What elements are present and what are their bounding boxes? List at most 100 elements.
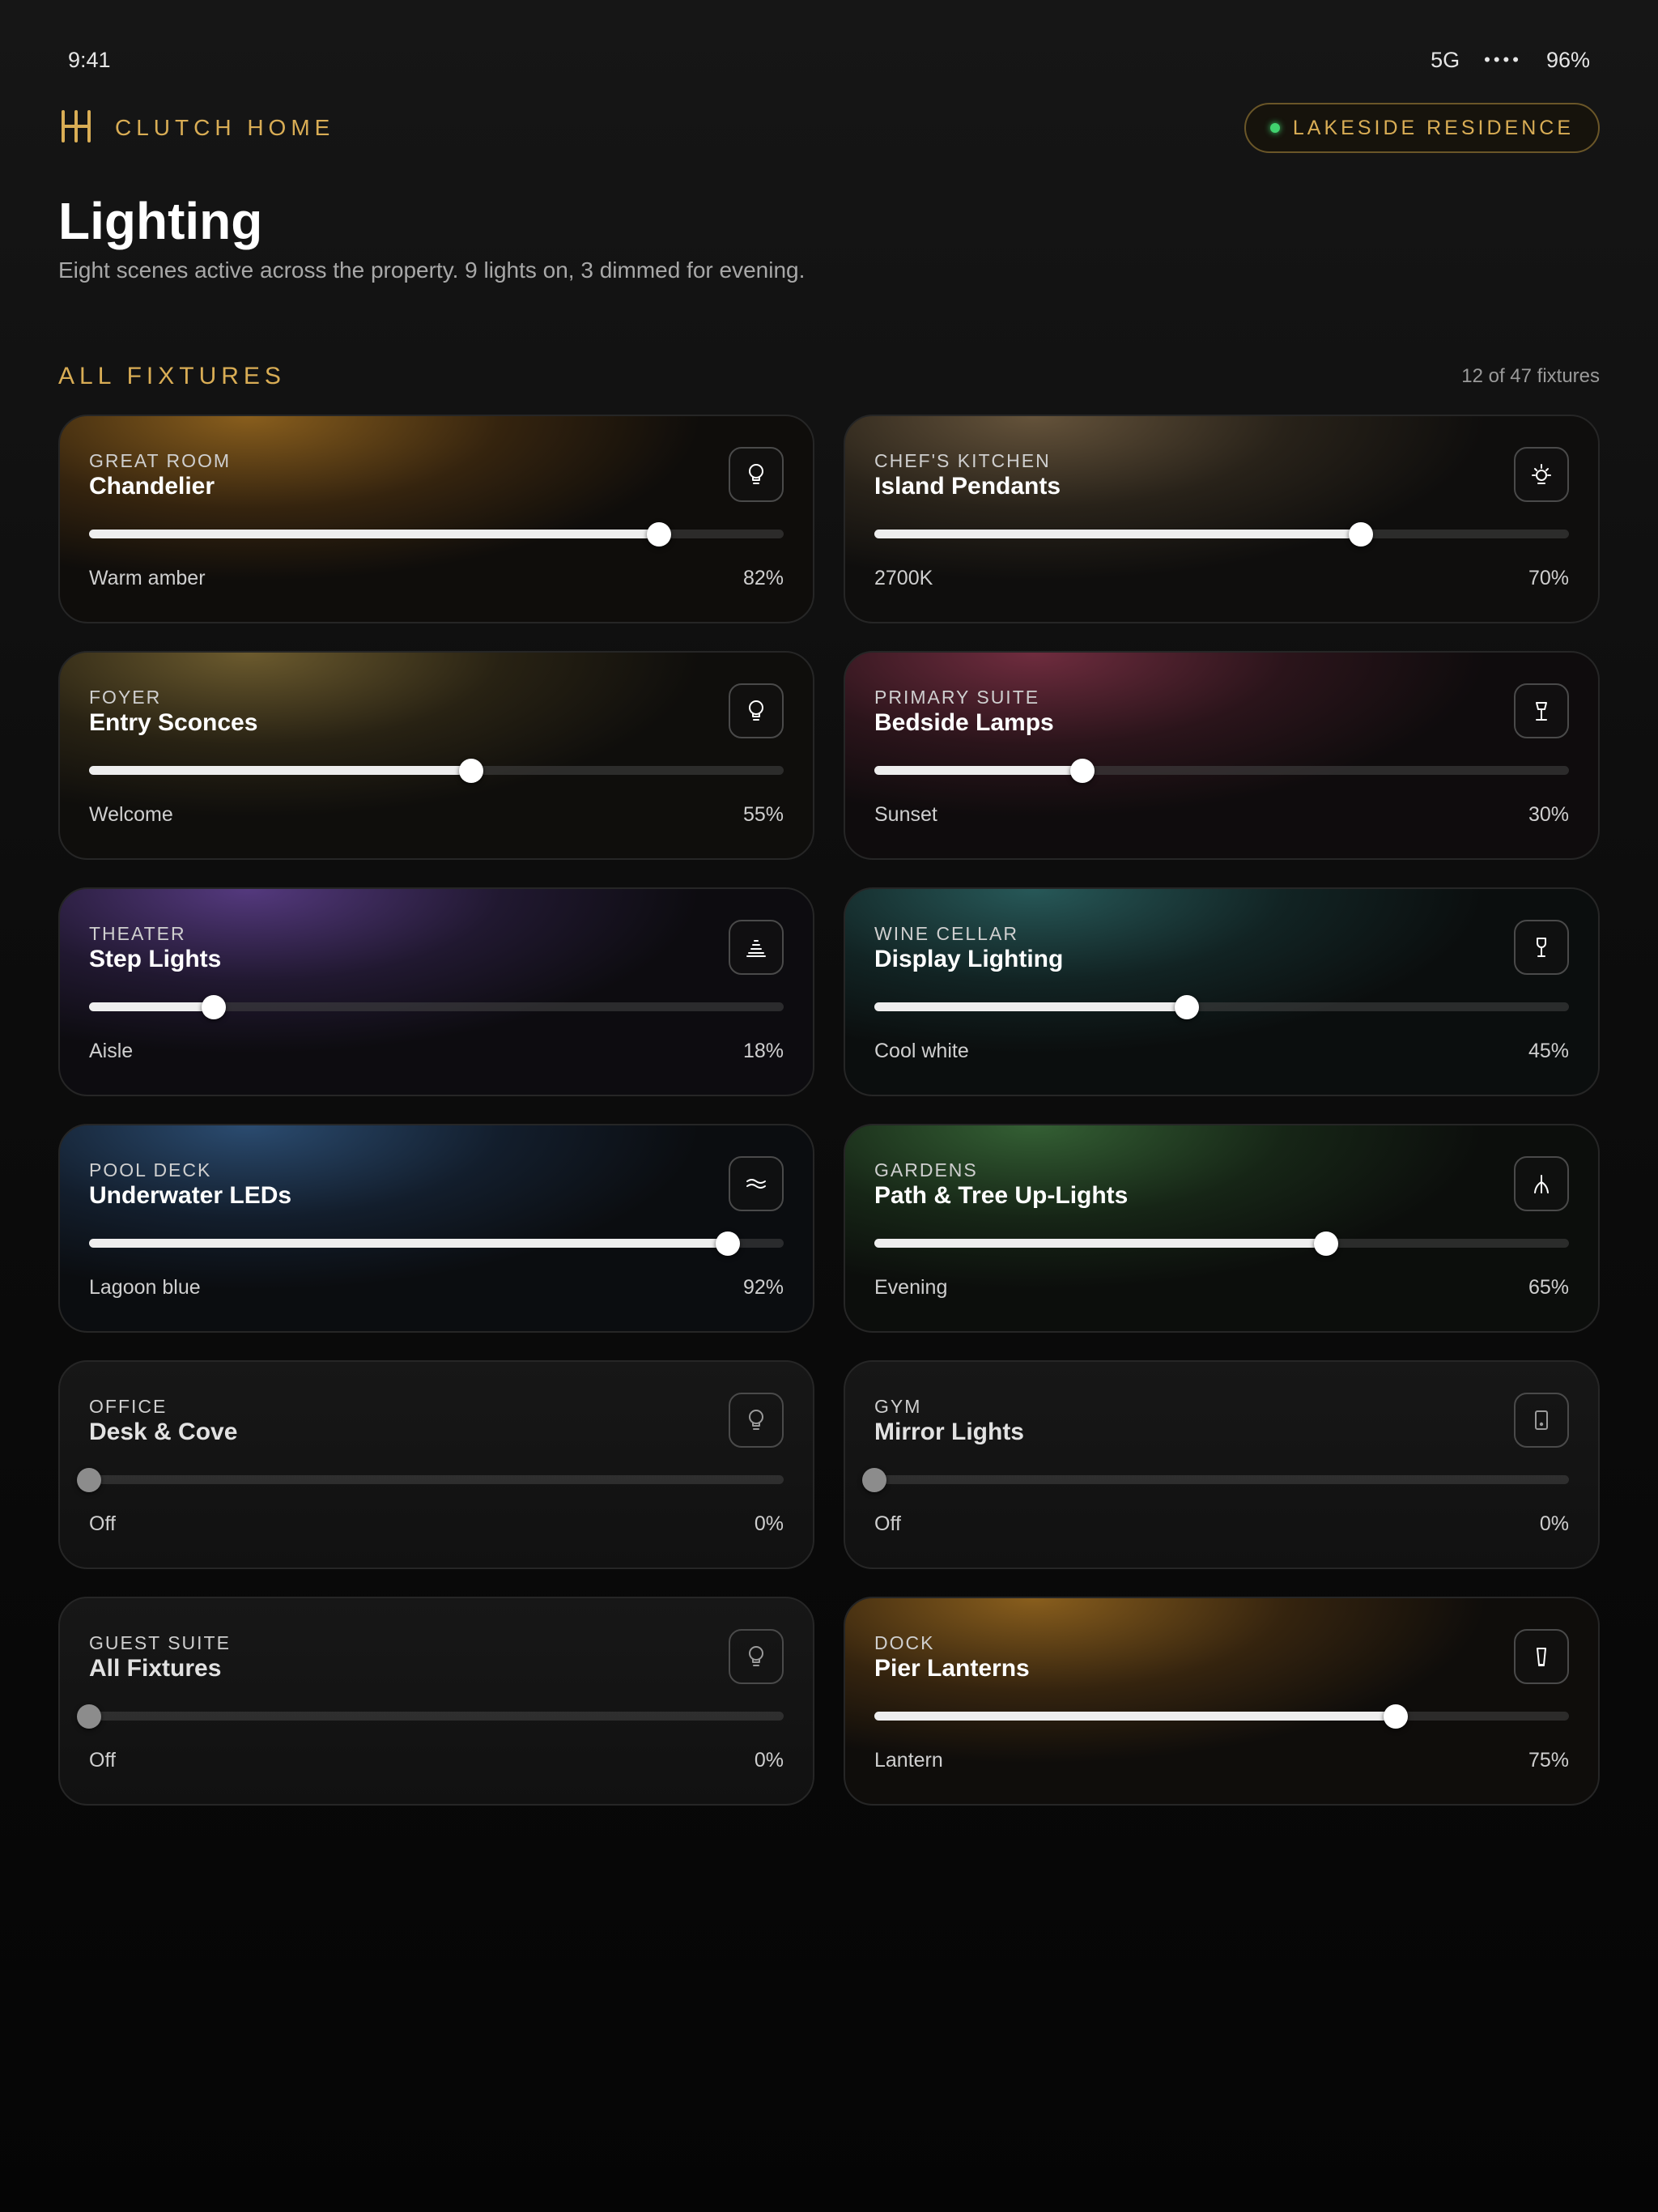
slider-fill xyxy=(874,766,1083,775)
slider-thumb[interactable] xyxy=(458,758,483,783)
fixture-card[interactable]: FOYER Entry Sconces Welcome 55% xyxy=(58,651,814,860)
fixture-card[interactable]: WINE CELLAR Display Lighting Cool white … xyxy=(844,887,1600,1096)
brightness-percent: 75% xyxy=(1528,1749,1569,1772)
brightness-slider[interactable] xyxy=(89,1231,784,1256)
slider-fill xyxy=(874,530,1361,538)
scene-label: Welcome xyxy=(89,803,173,826)
mirror-icon xyxy=(1528,1407,1554,1433)
fixture-card[interactable]: CHEF'S KITCHEN Island Pendants 2700K 70% xyxy=(844,415,1600,623)
slider-thumb[interactable] xyxy=(1383,1704,1408,1729)
fixture-icon-button[interactable] xyxy=(1514,1393,1569,1448)
slider-fill xyxy=(874,1239,1326,1248)
fixture-name: Island Pendants xyxy=(874,473,1061,500)
brightness-slider[interactable] xyxy=(874,758,1569,783)
slider-thumb[interactable] xyxy=(716,1231,741,1256)
brightness-percent: 55% xyxy=(742,803,784,826)
fixture-card[interactable]: GUEST SUITE All Fixtures Off 0% xyxy=(58,1597,814,1806)
room-label: GYM xyxy=(874,1396,922,1417)
brightness-slider[interactable] xyxy=(862,1467,1569,1492)
fixture-icon-button[interactable] xyxy=(1514,920,1569,975)
fixture-icon-button[interactable] xyxy=(729,447,784,502)
slider-fill xyxy=(89,1002,215,1011)
room-label: DOCK xyxy=(874,1632,935,1653)
slider-fill xyxy=(89,766,471,775)
scene-label: Lantern xyxy=(874,1749,943,1772)
fixture-card[interactable]: DOCK Pier Lanterns Lantern 75% xyxy=(844,1597,1600,1806)
brightness-percent: 0% xyxy=(1539,1512,1569,1535)
brightness-slider[interactable] xyxy=(89,758,784,783)
fixture-icon-button[interactable] xyxy=(729,1156,784,1211)
slider-thumb[interactable] xyxy=(862,1467,886,1492)
room-label: CHEF'S KITCHEN xyxy=(874,450,1051,471)
fixture-card[interactable]: PRIMARY SUITE Bedside Lamps Sunset 30% xyxy=(844,651,1600,860)
slider-thumb[interactable] xyxy=(77,1467,101,1492)
fixture-card[interactable]: GREAT ROOM Chandelier Warm amber 82% xyxy=(58,415,814,623)
section-header: ALL FIXTURES 12 of 47 fixtures xyxy=(58,363,1600,390)
brightness-percent: 82% xyxy=(742,567,784,589)
slider-thumb[interactable] xyxy=(202,994,227,1019)
scene-label: Warm amber xyxy=(89,567,206,589)
location-label: LAKESIDE RESIDENCE xyxy=(1292,116,1574,139)
brand[interactable]: CLUTCH HOME xyxy=(58,108,334,148)
slider-thumb[interactable] xyxy=(77,1704,101,1729)
brightness-slider[interactable] xyxy=(77,1467,784,1492)
fixture-name: Mirror Lights xyxy=(874,1419,1024,1445)
slider-thumb[interactable] xyxy=(1348,521,1373,547)
scene-label: Off xyxy=(89,1749,116,1772)
fixture-icon-button[interactable] xyxy=(1514,1156,1569,1211)
bulb-icon xyxy=(743,698,769,724)
slider-thumb[interactable] xyxy=(1175,994,1200,1019)
slider-fill xyxy=(89,530,659,538)
fixture-card[interactable]: THEATER Step Lights Aisle 18% xyxy=(58,887,814,1096)
fixture-grid: GREAT ROOM Chandelier Warm amber 82% CHE… xyxy=(58,415,1600,1806)
fixture-card[interactable]: OFFICE Desk & Cove Off 0% xyxy=(58,1360,814,1569)
steps-icon xyxy=(743,934,769,960)
clutch-logo-icon xyxy=(58,108,94,148)
brightness-slider[interactable] xyxy=(89,994,784,1019)
brightness-slider[interactable] xyxy=(874,1704,1569,1729)
online-status-dot xyxy=(1269,123,1280,133)
fixture-card[interactable]: POOL DECK Underwater LEDs Lagoon blue 92… xyxy=(58,1124,814,1333)
fixture-icon-button[interactable] xyxy=(729,920,784,975)
brightness-slider[interactable] xyxy=(874,1231,1569,1256)
fixture-icon-button[interactable] xyxy=(729,1629,784,1684)
brightness-slider[interactable] xyxy=(89,521,784,547)
lantern-icon xyxy=(1528,1644,1554,1670)
fixture-icon-button[interactable] xyxy=(729,683,784,738)
scene-label: Aisle xyxy=(89,1040,134,1062)
sun-icon xyxy=(1528,462,1554,487)
slider-thumb[interactable] xyxy=(1313,1231,1338,1256)
status-bar: 9:41 5G •••• 96% xyxy=(68,44,1590,76)
brightness-percent: 0% xyxy=(754,1512,784,1535)
brightness-slider[interactable] xyxy=(874,994,1569,1019)
room-label: GARDENS xyxy=(874,1159,978,1180)
fixture-icon-button[interactable] xyxy=(1514,683,1569,738)
scene-label: Sunset xyxy=(874,803,937,826)
fixture-card[interactable]: GARDENS Path & Tree Up-Lights Evening 65… xyxy=(844,1124,1600,1333)
slider-fill xyxy=(874,1712,1396,1721)
fixture-icon-button[interactable] xyxy=(729,1393,784,1448)
brightness-percent: 70% xyxy=(1528,567,1569,589)
status-indicators: 5G •••• 96% xyxy=(1431,48,1590,73)
scene-label: Lagoon blue xyxy=(89,1276,201,1299)
brightness-slider[interactable] xyxy=(77,1704,784,1729)
room-label: PRIMARY SUITE xyxy=(874,687,1040,708)
page-title: Lighting xyxy=(58,192,263,250)
app-header: CLUTCH HOME LAKESIDE RESIDENCE xyxy=(58,102,1600,154)
bulb-icon xyxy=(743,462,769,487)
brightness-percent: 45% xyxy=(1528,1040,1569,1062)
fixture-name: Step Lights xyxy=(89,946,222,972)
slider-fill xyxy=(874,1002,1188,1011)
fixture-icon-button[interactable] xyxy=(1514,1629,1569,1684)
room-label: FOYER xyxy=(89,687,162,708)
brightness-slider[interactable] xyxy=(874,521,1569,547)
brightness-percent: 30% xyxy=(1528,803,1569,826)
slider-thumb[interactable] xyxy=(1070,758,1095,783)
tree-icon xyxy=(1528,1171,1554,1197)
slider-fill xyxy=(89,1239,729,1248)
fixture-icon-button[interactable] xyxy=(1514,447,1569,502)
location-selector[interactable]: LAKESIDE RESIDENCE xyxy=(1244,103,1600,153)
slider-thumb[interactable] xyxy=(646,521,671,547)
fixture-card[interactable]: GYM Mirror Lights Off 0% xyxy=(844,1360,1600,1569)
signal-icon: •••• xyxy=(1484,49,1522,70)
